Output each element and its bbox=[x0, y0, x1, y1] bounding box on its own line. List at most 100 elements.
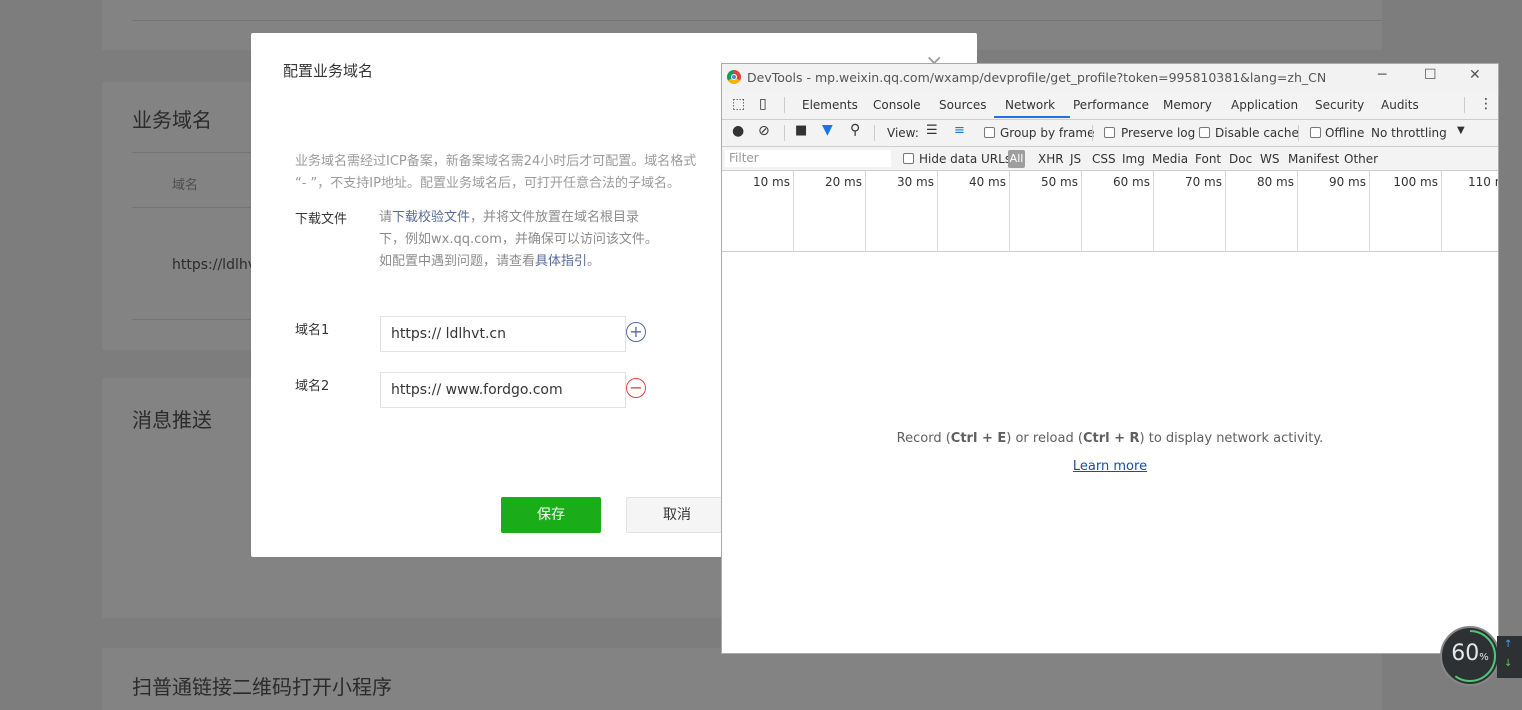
divider bbox=[132, 20, 1382, 21]
devtools-tab-bar: ⬚ ▯ Elements Console Sources Network Per… bbox=[722, 91, 1498, 120]
speed-side-panel: ↑ ↓ bbox=[1497, 636, 1522, 678]
network-overview-timeline[interactable]: 10 ms 20 ms 30 ms 40 ms 50 ms 60 ms 70 m… bbox=[722, 171, 1498, 252]
group-by-frame-label: Group by frame bbox=[1000, 126, 1095, 140]
capture-screenshots-icon[interactable]: ■ bbox=[795, 123, 807, 138]
filter-input[interactable]: Filter bbox=[725, 150, 891, 167]
filter-icon[interactable]: ▼ bbox=[822, 122, 833, 138]
tick-label: 40 ms bbox=[968, 175, 1006, 189]
cancel-button[interactable]: 取消 bbox=[626, 497, 728, 533]
learn-more-link[interactable]: Learn more bbox=[722, 459, 1498, 474]
save-button[interactable]: 保存 bbox=[501, 497, 601, 533]
filter-font[interactable]: Font bbox=[1195, 152, 1221, 166]
guide-link[interactable]: 具体指引 bbox=[535, 254, 587, 269]
filter-other[interactable]: Other bbox=[1344, 152, 1378, 166]
download-instructions: 请下载校验文件，并将文件放置在域名根目录下，例如wx.qq.com，并确保可以访… bbox=[379, 207, 659, 273]
tick-label: 10 ms bbox=[752, 175, 790, 189]
hide-data-urls-checkbox[interactable] bbox=[903, 153, 914, 164]
domain1-label: 域名1 bbox=[295, 323, 330, 338]
divider bbox=[1464, 97, 1465, 113]
close-window-icon[interactable]: ✕ bbox=[1469, 67, 1481, 83]
tab-elements[interactable]: Elements bbox=[802, 98, 858, 112]
offline-label: Offline bbox=[1325, 126, 1365, 140]
group-by-frame-checkbox[interactable] bbox=[984, 127, 995, 138]
filter-xhr[interactable]: XHR bbox=[1038, 152, 1064, 166]
tab-security[interactable]: Security bbox=[1315, 98, 1364, 112]
disable-cache-checkbox[interactable] bbox=[1199, 127, 1210, 138]
domain1-input[interactable]: https:// ldlhvt.cn bbox=[380, 316, 626, 352]
download-arrow-icon: ↓ bbox=[1504, 658, 1513, 669]
hide-data-urls-label: Hide data URLs bbox=[919, 152, 1012, 166]
domain2-input[interactable]: https:// www.fordgo.com bbox=[380, 372, 626, 408]
tab-console[interactable]: Console bbox=[873, 98, 921, 112]
filter-manifest[interactable]: Manifest bbox=[1288, 152, 1339, 166]
devtools-title: DevTools - mp.weixin.qq.com/wxamp/devpro… bbox=[747, 70, 1327, 85]
shortcut-ctrl-e: Ctrl + E bbox=[950, 431, 1007, 446]
tab-sources[interactable]: Sources bbox=[939, 98, 986, 112]
tab-memory[interactable]: Memory bbox=[1163, 98, 1212, 112]
learn-more-text[interactable]: Learn more bbox=[1073, 459, 1147, 474]
speed-value: 60% bbox=[1442, 641, 1498, 666]
record-text: Record ( bbox=[896, 431, 951, 446]
maximize-icon[interactable]: ☐ bbox=[1424, 67, 1437, 83]
waterfall-icon[interactable]: ≡ bbox=[954, 123, 965, 138]
tick-label: 50 ms bbox=[1040, 175, 1078, 189]
tab-network[interactable]: Network bbox=[1005, 98, 1055, 112]
dialog-description: 业务域名需经过ICP备案，新备案域名需24小时后才可配置。域名格式 “- ”，不… bbox=[295, 151, 755, 195]
chevron-down-icon[interactable]: ▼ bbox=[1457, 125, 1465, 136]
inspect-element-icon[interactable]: ⬚ bbox=[732, 96, 745, 112]
timeline-tick: 40 ms bbox=[938, 171, 1010, 251]
filter-css[interactable]: CSS bbox=[1092, 152, 1116, 166]
network-filter-bar: Filter Hide data URLs All XHR JS CSS Img… bbox=[722, 147, 1498, 171]
filter-img[interactable]: Img bbox=[1122, 152, 1145, 166]
tick-label: 20 ms bbox=[824, 175, 862, 189]
timeline-tick: 10 ms bbox=[722, 171, 794, 251]
offline-checkbox[interactable] bbox=[1310, 127, 1321, 138]
dialog-title: 配置业务域名 bbox=[283, 62, 374, 80]
preserve-log-label: Preserve log bbox=[1121, 126, 1196, 140]
tab-performance[interactable]: Performance bbox=[1073, 98, 1149, 112]
network-empty-message: Record (Ctrl + E) or reload (Ctrl + R) t… bbox=[722, 431, 1498, 446]
download-file-label: 下载文件 bbox=[295, 212, 348, 227]
divider bbox=[784, 97, 785, 113]
tab-audits[interactable]: Audits bbox=[1381, 98, 1419, 112]
download-verify-file-link[interactable]: 下载校验文件 bbox=[392, 210, 470, 225]
devtools-titlebar: DevTools - mp.weixin.qq.com/wxamp/devpro… bbox=[722, 64, 1498, 91]
filter-ws[interactable]: WS bbox=[1260, 152, 1279, 166]
record-icon[interactable]: ● bbox=[732, 123, 744, 139]
timeline-tick: 110 ms bbox=[1442, 171, 1498, 251]
search-icon[interactable]: ⚲ bbox=[850, 122, 860, 138]
domain-row: https://ldlhv bbox=[172, 257, 257, 273]
timeline-tick: 30 ms bbox=[866, 171, 938, 251]
divider bbox=[1298, 125, 1299, 141]
preserve-log-checkbox[interactable] bbox=[1104, 127, 1115, 138]
minimize-icon[interactable]: ─ bbox=[1378, 67, 1386, 83]
timeline-tick: 50 ms bbox=[1010, 171, 1082, 251]
remove-domain-icon[interactable]: − bbox=[626, 378, 646, 398]
large-rows-icon[interactable]: ☰ bbox=[926, 123, 938, 138]
tail-text: ) to display network activity. bbox=[1139, 431, 1324, 446]
filter-js[interactable]: JS bbox=[1070, 152, 1081, 166]
network-speed-widget[interactable]: 60% bbox=[1440, 626, 1500, 686]
device-toolbar-icon[interactable]: ▯ bbox=[759, 96, 767, 112]
clear-icon[interactable]: ⊘ bbox=[758, 123, 770, 139]
download-text-prefix: 请 bbox=[379, 210, 393, 225]
description-line: 业务域名需经过ICP备案，新备案域名需24小时后才可配置。域名格式 bbox=[295, 154, 697, 169]
tick-label: 90 ms bbox=[1328, 175, 1366, 189]
filter-all[interactable]: All bbox=[1008, 150, 1025, 168]
disable-cache-label: Disable cache bbox=[1215, 126, 1299, 140]
tick-label: 110 ms bbox=[1468, 175, 1498, 189]
divider bbox=[874, 125, 875, 141]
add-domain-icon[interactable]: + bbox=[626, 322, 646, 342]
view-label: View: bbox=[887, 126, 919, 140]
throttling-select[interactable]: No throttling bbox=[1371, 126, 1447, 140]
download-text-suffix: 。 bbox=[587, 254, 601, 269]
qrcode-card: 扫普通链接二维码打开小程序 bbox=[102, 648, 1382, 710]
filter-doc[interactable]: Doc bbox=[1229, 152, 1252, 166]
tab-application[interactable]: Application bbox=[1231, 98, 1298, 112]
filter-media[interactable]: Media bbox=[1152, 152, 1188, 166]
column-header-domain: 域名 bbox=[172, 178, 199, 193]
card-title: 消息推送 bbox=[132, 408, 212, 432]
timeline-tick: 100 ms bbox=[1370, 171, 1442, 251]
timeline-tick: 20 ms bbox=[794, 171, 866, 251]
more-menu-icon[interactable]: ⋮ bbox=[1479, 96, 1493, 112]
